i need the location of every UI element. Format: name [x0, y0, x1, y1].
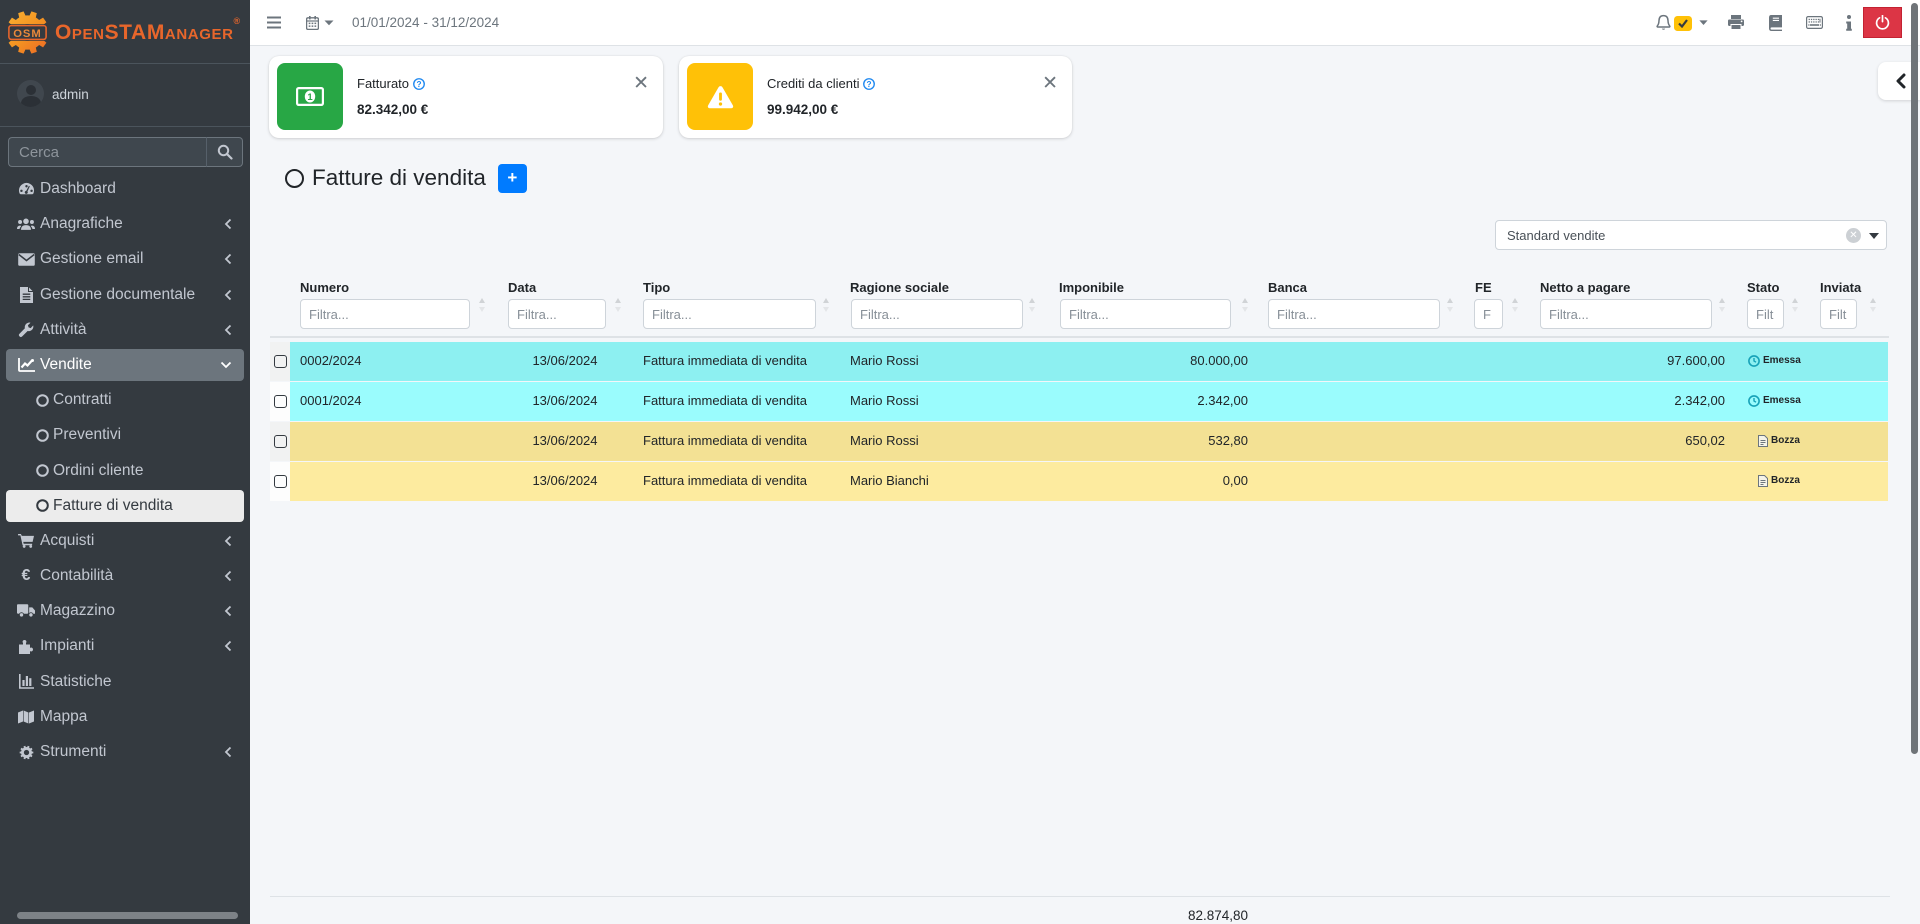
- svg-text:?: ?: [416, 80, 421, 89]
- svg-text:?: ?: [867, 80, 872, 89]
- svg-text:1: 1: [307, 92, 313, 103]
- svg-text:OSM: OSM: [13, 28, 42, 40]
